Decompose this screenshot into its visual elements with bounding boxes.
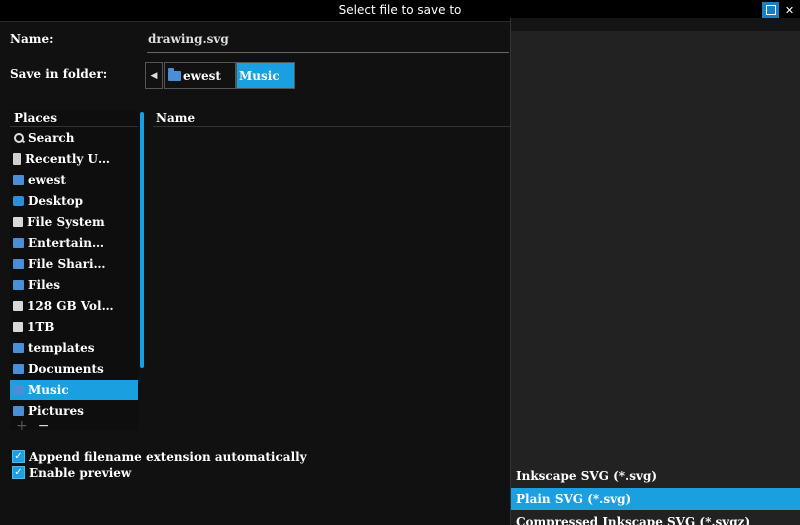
place-label: Recently U…	[25, 152, 110, 166]
place-label: Desktop	[28, 194, 84, 208]
enable-preview-checkbox[interactable]: ✓ Enable preview	[12, 466, 131, 480]
place-label: 1TB	[27, 320, 55, 334]
place-entertainment[interactable]: Entertain…	[10, 233, 138, 253]
enable-preview-label: Enable preview	[29, 466, 132, 480]
folder-icon	[13, 363, 24, 374]
place-label: File Shari…	[28, 257, 106, 271]
filename-input[interactable]: drawing.svg	[147, 26, 509, 53]
name-label: Name:	[10, 32, 54, 46]
place-label: Entertain…	[28, 236, 104, 250]
filename-value: drawing.svg	[148, 32, 229, 46]
file-type-option[interactable]: Compressed Inkscape SVG (*.svgz)	[511, 511, 800, 525]
add-place-button[interactable]: +	[16, 418, 28, 434]
remove-place-button[interactable]: −	[38, 418, 50, 434]
place-label: 128 GB Vol…	[27, 299, 114, 313]
places-add-remove: + −	[16, 418, 59, 434]
drive-icon	[13, 216, 23, 227]
place-files[interactable]: Files	[10, 275, 138, 295]
drive-icon	[13, 321, 23, 332]
place-label: Search	[28, 131, 75, 145]
music-folder-icon	[13, 384, 24, 395]
drive-icon	[13, 300, 23, 311]
breadcrumb-music[interactable]: Music	[236, 62, 295, 89]
desktop-icon	[13, 195, 24, 206]
maximize-button[interactable]	[762, 2, 779, 18]
place-128gb-volume[interactable]: 128 GB Vol…	[10, 296, 138, 316]
place-desktop[interactable]: Desktop	[10, 191, 138, 211]
file-type-dropdown: Inkscape SVG (*.svg) Plain SVG (*.svg) C…	[510, 18, 800, 525]
place-music[interactable]: Music	[10, 380, 138, 400]
place-documents[interactable]: Documents	[10, 359, 138, 379]
place-ewest[interactable]: ewest	[10, 170, 138, 190]
search-icon	[13, 132, 24, 143]
folder-icon	[13, 237, 24, 248]
column-header-name[interactable]: Name	[153, 110, 510, 127]
file-type-option-selected[interactable]: Plain SVG (*.svg)	[511, 488, 800, 510]
place-label: File System	[27, 215, 105, 229]
breadcrumb-label: ewest	[183, 68, 221, 83]
place-label: ewest	[28, 173, 66, 187]
place-label: Music	[28, 383, 69, 397]
breadcrumb-label: Music	[239, 68, 280, 83]
file-type-option[interactable]: Inkscape SVG (*.svg)	[511, 465, 800, 487]
home-folder-icon	[13, 174, 24, 185]
home-folder-icon	[168, 67, 181, 81]
place-1tb[interactable]: 1TB	[10, 317, 138, 337]
close-button[interactable]: ✕	[781, 2, 798, 18]
place-templates[interactable]: templates	[10, 338, 138, 358]
folder-icon	[13, 279, 24, 290]
folder-icon	[13, 405, 24, 416]
places-scrollbar[interactable]	[140, 112, 144, 368]
place-label: Files	[28, 278, 61, 292]
path-back-button[interactable]: ◀	[145, 62, 163, 89]
recent-icon	[13, 152, 21, 165]
close-icon: ✕	[784, 3, 795, 17]
place-file-system[interactable]: File System	[10, 212, 138, 232]
place-search[interactable]: Search	[10, 128, 138, 148]
dropdown-top-edge	[511, 18, 800, 31]
checkbox-checked-icon: ✓	[12, 450, 25, 463]
append-extension-checkbox[interactable]: ✓ Append filename extension automatically	[12, 450, 307, 464]
places-header[interactable]: Places	[10, 110, 138, 127]
checkbox-checked-icon: ✓	[12, 466, 25, 479]
maximize-icon	[765, 5, 776, 15]
folder-icon	[13, 342, 24, 353]
places-sidebar: Places Search Recently U… ewest Desktop …	[10, 110, 138, 430]
file-list[interactable]: Name	[153, 110, 510, 440]
place-label: templates	[28, 341, 95, 355]
save-in-folder-label: Save in folder:	[10, 67, 108, 81]
folder-icon	[13, 258, 24, 269]
arrow-left-icon: ◀	[150, 70, 158, 81]
place-label: Pictures	[28, 404, 84, 418]
append-extension-label: Append filename extension automatically	[29, 450, 307, 464]
breadcrumb-ewest[interactable]: ewest	[164, 62, 236, 89]
place-file-sharing[interactable]: File Shari…	[10, 254, 138, 274]
place-recently-used[interactable]: Recently U…	[10, 149, 138, 169]
place-label: Documents	[28, 362, 104, 376]
